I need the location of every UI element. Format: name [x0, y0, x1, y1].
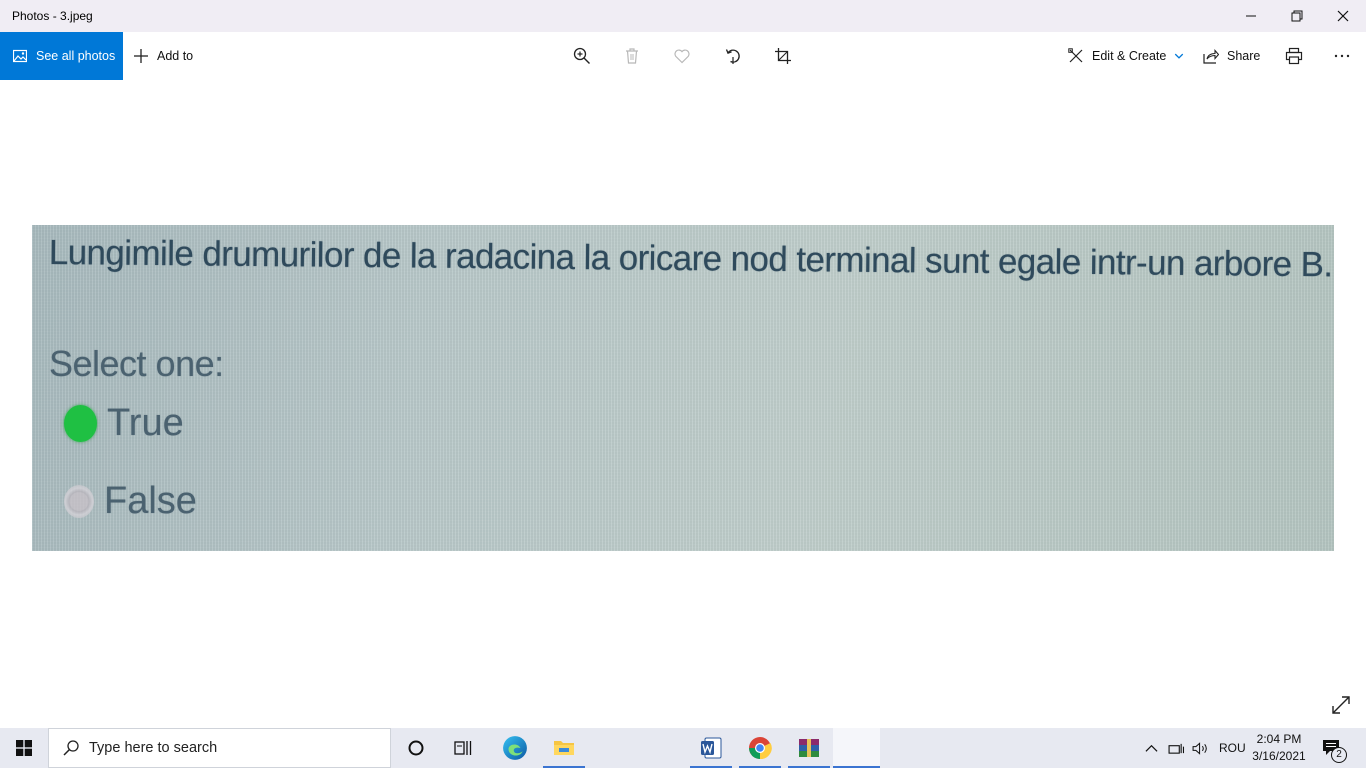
trash-icon [626, 48, 638, 64]
printer-icon [1285, 47, 1303, 65]
add-to-button[interactable]: Add to [134, 32, 193, 80]
zoom-button[interactable] [570, 44, 594, 68]
taskbar-app-chrome[interactable] [737, 728, 783, 768]
chevron-down-icon [1175, 53, 1184, 59]
windows-icon [16, 740, 32, 756]
language-label: ROU [1219, 741, 1246, 755]
taskbar-search-box[interactable]: Type here to search [48, 728, 391, 768]
add-to-label: Add to [157, 49, 194, 63]
folder-icon [554, 741, 574, 755]
share-icon [1203, 49, 1219, 64]
see-all-photos-button[interactable]: See all photos [0, 32, 123, 80]
cortana-icon [408, 740, 424, 756]
edit-create-label: Edit & Create [1092, 49, 1167, 63]
taskbar-app-winrar[interactable] [786, 728, 832, 768]
cortana-button[interactable] [393, 728, 439, 768]
rotate-icon [725, 49, 740, 64]
search-icon [63, 740, 79, 756]
close-button[interactable] [1320, 0, 1366, 32]
chevron-up-icon [1145, 744, 1158, 752]
option-true: True [64, 402, 184, 445]
volume-button[interactable] [1192, 728, 1209, 768]
clock-time: 2:04 PM [1256, 732, 1302, 746]
see-all-photos-label: See all photos [36, 49, 116, 63]
photo-viewer: Lungimile drumurilor de la radacina la o… [0, 80, 1366, 728]
taskbar-app-file-explorer[interactable] [541, 728, 587, 768]
search-placeholder: Type here to search [89, 740, 218, 756]
network-button[interactable] [1168, 728, 1185, 768]
minimize-icon [1246, 15, 1256, 17]
word-icon [701, 737, 722, 759]
title-bar: Photos - 3.jpeg [0, 0, 1366, 32]
winrar-icon [799, 739, 819, 757]
more-options-button[interactable] [1330, 44, 1354, 68]
share-label: Share [1227, 49, 1261, 63]
notification-count-badge: 2 [1331, 747, 1347, 763]
delete-button[interactable] [620, 44, 644, 68]
close-icon [1337, 10, 1349, 22]
photo-image: Lungimile drumurilor de la radacina la o… [32, 225, 1334, 551]
heart-icon [674, 49, 690, 64]
restore-button[interactable] [1274, 0, 1320, 32]
taskbar-app-word[interactable] [688, 728, 734, 768]
minimize-button[interactable] [1228, 0, 1274, 32]
option-true-label: True [107, 402, 184, 444]
print-button[interactable] [1282, 44, 1306, 68]
photos-icon [13, 49, 27, 63]
input-language-button[interactable]: ROU [1219, 728, 1246, 768]
show-hidden-icons-button[interactable] [1145, 728, 1158, 768]
volume-icon [1192, 741, 1207, 755]
more-icon [1334, 54, 1350, 58]
taskbar-app-edge[interactable] [492, 728, 538, 768]
fullscreen-button[interactable] [1330, 694, 1352, 716]
share-button[interactable]: Share [1203, 32, 1260, 80]
task-view-icon [454, 741, 472, 755]
taskbar-app-photos[interactable] [833, 728, 880, 768]
window-title: Photos - 3.jpeg [12, 9, 93, 23]
edge-icon [503, 736, 527, 760]
plus-icon [134, 49, 148, 63]
chrome-icon [749, 737, 772, 760]
app-toolbar: See all photos Add to Edit & Create Shar… [0, 32, 1366, 80]
clock[interactable]: 2:04 PM 3/16/2021 [1248, 731, 1310, 765]
edit-create-button[interactable]: Edit & Create [1068, 32, 1184, 80]
option-false-label: False [104, 480, 197, 522]
edit-create-icon [1068, 48, 1083, 63]
network-icon [1168, 743, 1185, 754]
clock-date: 3/16/2021 [1252, 749, 1306, 763]
favorite-button[interactable] [670, 44, 694, 68]
task-view-button[interactable] [440, 728, 486, 768]
question-text: Lungimile drumurilor de la radacina la o… [48, 233, 1333, 285]
zoom-icon [573, 47, 590, 64]
crop-icon [775, 48, 791, 64]
taskbar: Type here to search ROU 2:04 PM 3/16/202… [0, 728, 1366, 768]
action-center-button[interactable]: 2 [1322, 728, 1347, 768]
select-one-label: Select one: [49, 343, 224, 384]
radio-unselected-icon [64, 485, 94, 518]
radio-selected-icon [64, 405, 97, 442]
restore-icon [1291, 10, 1303, 22]
rotate-button[interactable] [721, 44, 745, 68]
crop-button[interactable] [771, 44, 795, 68]
option-false: False [64, 480, 197, 523]
start-button[interactable] [0, 728, 48, 768]
